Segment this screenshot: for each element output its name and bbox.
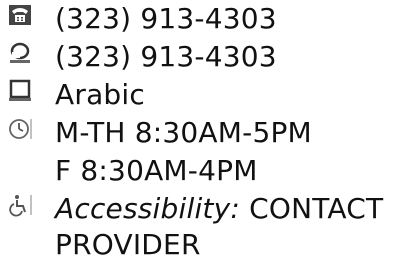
accessibility-value: CONTACT: [249, 192, 384, 225]
accessibility-label: Accessibility:: [55, 192, 241, 225]
alt-phone-icon: [8, 41, 32, 65]
language-text: Arabic: [55, 78, 145, 111]
hours-row-2: F 8:30AM-4PM: [0, 154, 410, 188]
phone-row: (323) 913-4303: [0, 2, 410, 36]
hours-row: M-TH 8:30AM-5PM: [0, 116, 410, 150]
accessibility-value-2: PROVIDER: [55, 228, 201, 261]
hours-line-2: F 8:30AM-4PM: [55, 154, 258, 187]
clock-icon: [8, 117, 32, 141]
language-row: Arabic: [0, 78, 410, 112]
alt-phone-row: (323) 913-4303: [0, 40, 410, 74]
telephone-icon: [8, 3, 32, 27]
language-icon: [8, 79, 32, 103]
accessibility-row: Accessibility: CONTACT: [0, 192, 410, 226]
wheelchair-icon: [8, 193, 32, 217]
hours-line-1: M-TH 8:30AM-5PM: [55, 116, 312, 149]
alt-phone-number[interactable]: (323) 913-4303: [55, 40, 277, 74]
accessibility-text: Accessibility: CONTACT: [55, 192, 383, 226]
phone-number[interactable]: (323) 913-4303: [55, 2, 277, 36]
accessibility-row-2: PROVIDER: [0, 228, 410, 262]
